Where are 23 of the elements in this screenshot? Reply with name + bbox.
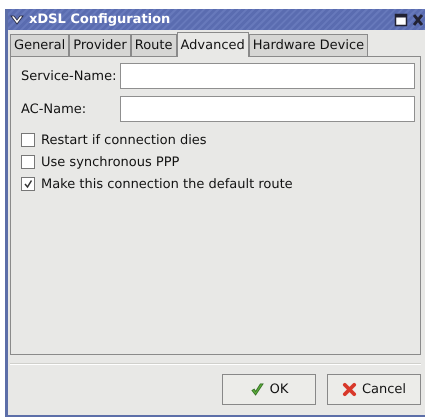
input-field[interactable]: [120, 63, 415, 89]
checkbox-label: Restart if connection dies: [41, 132, 207, 148]
tab[interactable]: Hardware Device: [248, 34, 368, 56]
tab[interactable]: Route: [130, 34, 177, 56]
ok-button[interactable]: OK: [222, 374, 316, 405]
checkbox[interactable]: [21, 133, 35, 147]
input-field[interactable]: [120, 96, 415, 122]
field-label: AC-Name:: [21, 102, 88, 116]
chevron-icon[interactable]: [10, 14, 24, 26]
tab[interactable]: Advanced: [176, 32, 249, 57]
window-title: xDSL Configuration: [29, 12, 170, 27]
field-label: Service-Name:: [21, 68, 118, 84]
checkbox[interactable]: [21, 177, 35, 191]
cancel-button[interactable]: Cancel: [327, 374, 421, 405]
cross-icon: [342, 382, 357, 397]
checkbox[interactable]: [21, 155, 35, 169]
close-icon[interactable]: [413, 12, 423, 26]
checkmark-icon: [250, 382, 265, 397]
tab[interactable]: General: [10, 34, 70, 56]
checkbox-label: Use synchronous PPP: [41, 154, 180, 170]
checkbox-label: Make this connection the default route: [41, 176, 293, 192]
tab[interactable]: Provider: [69, 34, 131, 56]
maximize-icon[interactable]: [394, 12, 408, 26]
